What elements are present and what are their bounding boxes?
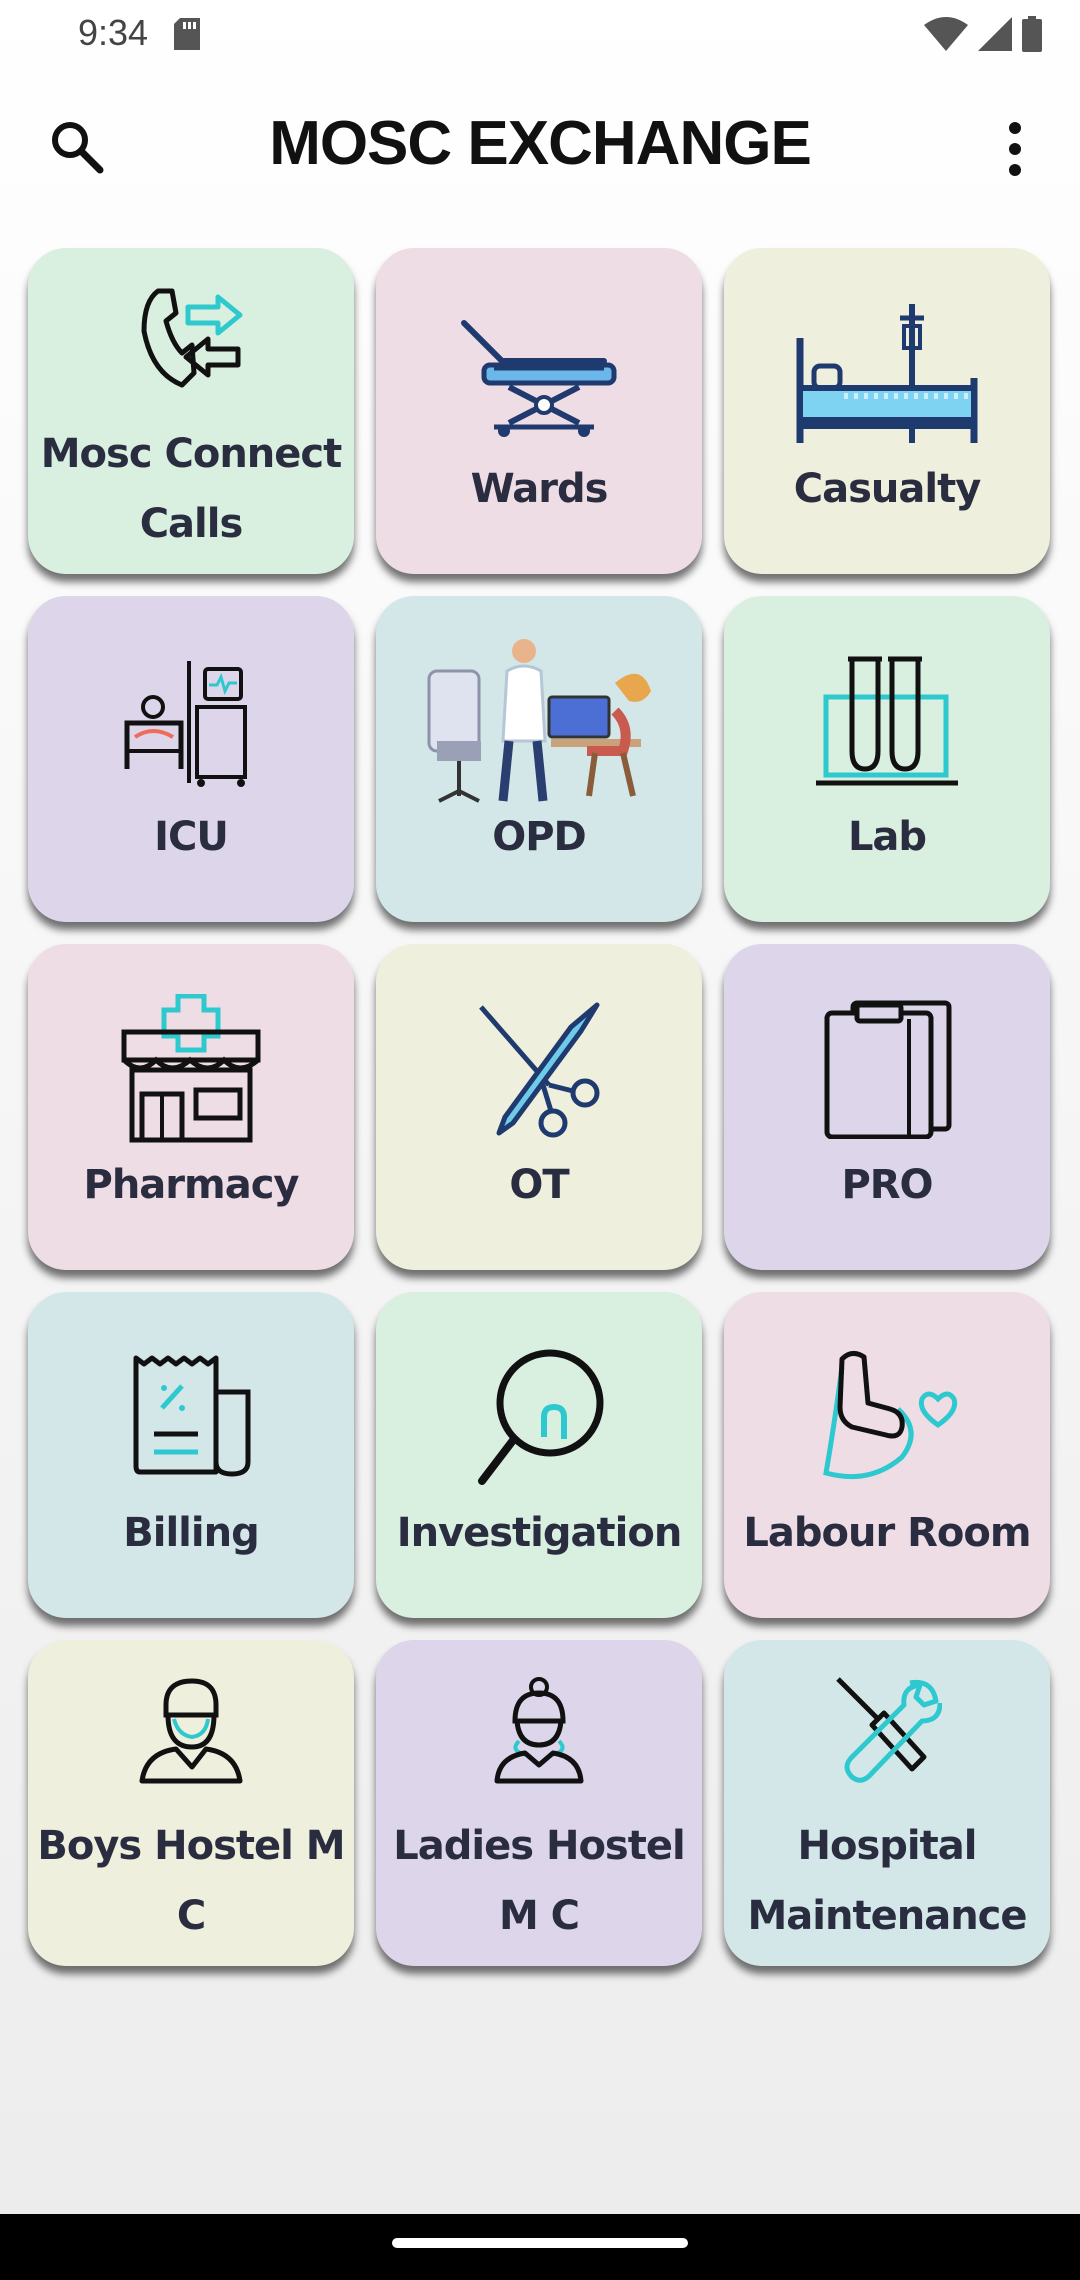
- stretcher-icon: [461, 320, 617, 437]
- tile-label: Wards: [470, 466, 609, 512]
- tile-ot[interactable]: OT: [376, 944, 702, 1270]
- tile-label: Ladies Hostel M C: [393, 1823, 685, 1939]
- tile-label: OT: [509, 1162, 569, 1208]
- tile-label: Casualty: [793, 466, 982, 512]
- app-bar: MOSC EXCHANGE: [0, 100, 1080, 200]
- tile-label: PRO: [841, 1162, 933, 1208]
- tile-pharmacy[interactable]: Pharmacy: [28, 944, 354, 1270]
- surgical-tools-icon: [479, 1002, 600, 1138]
- cell-signal-icon: [978, 17, 1012, 51]
- tile-label: Boys Hostel M C: [37, 1823, 345, 1939]
- tile-mosc-connect-calls[interactable]: Mosc Connect Calls: [28, 248, 354, 574]
- status-time: 9:34: [78, 12, 149, 53]
- home-handle[interactable]: [392, 2238, 688, 2248]
- tile-label: Pharmacy: [83, 1162, 300, 1208]
- more-options-icon[interactable]: [990, 114, 1040, 184]
- tile-label: OPD: [492, 814, 587, 860]
- tile-label: Hospital Maintenance: [747, 1823, 1027, 1939]
- tile-label: Lab: [847, 814, 927, 860]
- tile-icu[interactable]: ICU: [28, 596, 354, 922]
- tile-boys-hostel[interactable]: Boys Hostel M C: [28, 1640, 354, 1966]
- tile-ladies-hostel[interactable]: Ladies Hostel M C: [376, 1640, 702, 1966]
- tile-pro[interactable]: PRO: [724, 944, 1050, 1270]
- pregnancy-icon: [823, 1351, 958, 1480]
- clipboard-icon: [824, 1000, 952, 1139]
- wifi-icon: [924, 17, 968, 51]
- navigation-bar: [0, 2214, 1080, 2280]
- status-bar: 9:34: [0, 0, 1080, 70]
- sd-card-icon: [174, 18, 200, 50]
- pharmacy-store-icon: [121, 994, 261, 1143]
- tile-label: Labour Room: [743, 1510, 1031, 1556]
- test-tubes-icon: [816, 656, 958, 786]
- icu-patient-icon: [124, 661, 247, 787]
- phone-transfer-icon: [141, 288, 243, 388]
- male-person-icon: [139, 1678, 243, 1784]
- hospital-bed-icon: [796, 304, 978, 443]
- tile-label: Mosc Connect Calls: [40, 431, 342, 547]
- doctor-consultation-icon: [427, 639, 651, 803]
- app-title: MOSC EXCHANGE: [269, 109, 812, 178]
- tools-icon: [836, 1677, 942, 1783]
- female-person-icon: [494, 1677, 584, 1784]
- tile-label: Investigation: [396, 1510, 683, 1556]
- magnifier-icon: [478, 1349, 604, 1485]
- receipt-icon: [133, 1355, 251, 1477]
- tile-wards[interactable]: Wards: [376, 248, 702, 574]
- tile-billing[interactable]: Billing: [28, 1292, 354, 1618]
- tile-investigation[interactable]: Investigation: [376, 1292, 702, 1618]
- battery-icon: [1022, 16, 1042, 52]
- tile-label: ICU: [154, 814, 229, 860]
- tile-hospital-maintenance[interactable]: Hospital Maintenance: [724, 1640, 1050, 1966]
- tile-opd[interactable]: OPD: [376, 596, 702, 922]
- department-grid: Mosc Connect Calls Wards Casualty ICU OP…: [28, 248, 1052, 1966]
- tile-labour-room[interactable]: Labour Room: [724, 1292, 1050, 1618]
- tile-casualty[interactable]: Casualty: [724, 248, 1050, 574]
- tile-lab[interactable]: Lab: [724, 596, 1050, 922]
- tile-label: Billing: [123, 1510, 259, 1556]
